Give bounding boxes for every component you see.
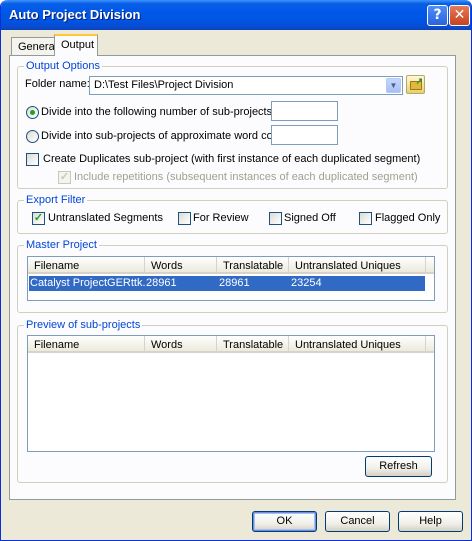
- column-header-untranslated-uniques[interactable]: Untranslated Uniques: [289, 336, 426, 353]
- radio-number-of-subprojects[interactable]: [26, 106, 39, 119]
- column-header-translatable[interactable]: Translatable: [217, 336, 289, 353]
- word-count-input[interactable]: [271, 125, 338, 145]
- refresh-button[interactable]: Refresh: [365, 456, 432, 477]
- create-duplicates-checkbox[interactable]: [26, 153, 39, 166]
- master-project-group: Master Project Filename Words Translatab…: [17, 239, 448, 313]
- window-title: Auto Project Division: [9, 7, 141, 22]
- column-header-words[interactable]: Words: [145, 257, 217, 274]
- column-header-untranslated-uniques[interactable]: Untranslated Uniques: [289, 257, 426, 274]
- master-project-label: Master Project: [24, 239, 99, 251]
- close-icon: ✕: [453, 7, 466, 23]
- signed-off-label: Signed Off: [284, 212, 336, 224]
- preview-list[interactable]: Filename Words Translatable Untranslated…: [27, 335, 435, 452]
- untranslated-segments-label: Untranslated Segments: [48, 212, 163, 224]
- subproject-count-input[interactable]: [271, 101, 338, 121]
- tab-output[interactable]: Output: [54, 34, 98, 56]
- help-button-label: Help: [419, 515, 442, 527]
- preview-label: Preview of sub-projects: [24, 319, 143, 331]
- row-untranslated-uniques: 23254: [291, 277, 322, 289]
- tab-general[interactable]: General: [11, 37, 58, 55]
- row-words: 28961: [146, 277, 177, 289]
- column-header-label: Filename: [34, 260, 80, 272]
- cancel-button-label: Cancel: [340, 515, 375, 527]
- table-row[interactable]: Catalyst ProjectGERttk.... 28961 28961 2…: [29, 276, 425, 291]
- tab-panel: Output Options Folder name: D:\Test File…: [9, 55, 456, 500]
- untranslated-segments-checkbox[interactable]: ✓: [32, 212, 45, 225]
- column-header-label: Untranslated Uniques: [295, 339, 401, 351]
- title-bar[interactable]: Auto Project Division ? ✕: [1, 0, 471, 30]
- column-header-filler: [426, 257, 434, 274]
- tab-output-label: Output: [61, 39, 95, 51]
- ok-button-label: OK: [276, 515, 293, 527]
- column-header-filename[interactable]: Filename: [28, 257, 145, 274]
- column-header-label: Words: [151, 339, 183, 351]
- folder-name-label: Folder name:: [25, 78, 90, 90]
- ok-button[interactable]: OK: [252, 511, 317, 532]
- folder-name-value: D:\Test Files\Project Division: [94, 79, 234, 91]
- cancel-button[interactable]: Cancel: [325, 511, 390, 532]
- include-repetitions-label: Include repetitions (subsequent instance…: [74, 171, 418, 183]
- export-filter-label: Export Filter: [24, 194, 88, 206]
- export-filter-group: Export Filter ✓ Untranslated Segments Fo…: [17, 194, 448, 234]
- radio-approx-word-count[interactable]: [26, 130, 39, 143]
- column-header-filename[interactable]: Filename: [28, 336, 145, 353]
- column-header-filler: [426, 336, 434, 353]
- question-icon: ?: [433, 7, 442, 23]
- column-header-label: Translatable: [223, 339, 284, 351]
- for-review-label: For Review: [193, 212, 249, 224]
- master-project-list[interactable]: Filename Words Translatable Untranslated…: [27, 256, 435, 301]
- dialog-window: Auto Project Division ? ✕ General Output…: [0, 0, 472, 541]
- chevron-down-icon[interactable]: ▼: [386, 78, 401, 93]
- browse-folder-button[interactable]: ↗: [406, 75, 425, 94]
- column-header-words[interactable]: Words: [145, 336, 217, 353]
- column-header-translatable[interactable]: Translatable: [217, 257, 289, 274]
- help-button[interactable]: Help: [398, 511, 463, 532]
- column-header-label: Translatable: [223, 260, 284, 272]
- signed-off-checkbox[interactable]: [269, 212, 282, 225]
- row-translatable: 28961: [219, 277, 250, 289]
- preview-group: Preview of sub-projects Filename Words T…: [17, 319, 448, 483]
- create-duplicates-label: Create Duplicates sub-project (with firs…: [43, 153, 421, 165]
- flagged-only-label: Flagged Only: [375, 212, 441, 224]
- column-header-label: Words: [151, 260, 183, 272]
- refresh-button-label: Refresh: [379, 460, 418, 472]
- close-title-button[interactable]: ✕: [449, 5, 470, 26]
- column-header-label: Filename: [34, 339, 80, 351]
- row-filename: Catalyst ProjectGERttk....: [30, 277, 145, 289]
- radio-wordcount-label: Divide into sub-projects of approximate …: [41, 130, 292, 142]
- tab-general-label: General: [18, 41, 58, 53]
- help-title-button[interactable]: ?: [427, 5, 448, 26]
- radio-number-label: Divide into the following number of sub-…: [41, 106, 276, 118]
- for-review-checkbox[interactable]: [178, 212, 191, 225]
- output-options-group: Output Options Folder name: D:\Test File…: [17, 60, 448, 189]
- output-options-label: Output Options: [24, 60, 102, 72]
- column-header-label: Untranslated Uniques: [295, 260, 401, 272]
- folder-name-combo[interactable]: D:\Test Files\Project Division ▼: [89, 76, 403, 95]
- arrow-icon: ↗: [415, 76, 423, 86]
- flagged-only-checkbox[interactable]: [359, 212, 372, 225]
- include-repetitions-checkbox[interactable]: ✓: [58, 171, 71, 184]
